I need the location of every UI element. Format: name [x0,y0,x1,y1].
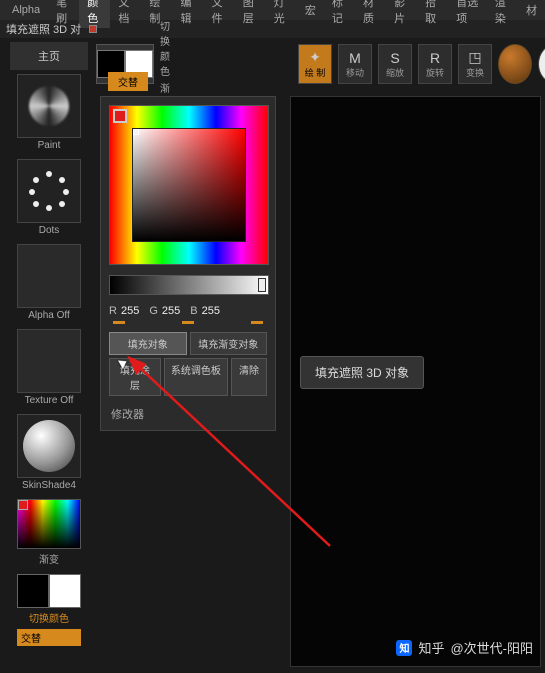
dual-swatch [17,574,81,608]
rotate-icon: R [430,50,440,66]
value-slider[interactable] [109,275,269,295]
menu-item-render[interactable]: 渲染 [487,0,518,28]
menu-item-file[interactable]: 文件 [204,0,235,28]
sv-cursor-icon [133,129,139,135]
move-mode-button[interactable]: M 移动 [338,44,372,84]
color-panel: R 255 G 255 B 255 填充对象 填充渐变对象 填充涂层 系统调色板… [100,96,276,431]
menu-item-alpha[interactable]: Alpha [4,2,48,18]
dual-swatch-black [17,574,49,608]
fill-actions: 填充对象 填充渐变对象 填充涂层 系统调色板 清除 [109,332,267,396]
material-slot[interactable]: SkinShade4 [10,414,88,495]
move-label: 移动 [346,66,364,79]
gradient-slot[interactable]: 渐变 [10,499,88,570]
fill-object-button[interactable]: 填充对象 [109,332,187,355]
b-field[interactable]: B 255 [190,305,220,317]
left-tray: 主页 Paint Dots Alpha Off Texture Off Skin… [10,42,88,646]
menu-item-light[interactable]: 灯光 [266,0,297,28]
menu-item-material[interactable]: 材质 [355,0,386,28]
texture-label: Texture Off [10,395,88,410]
swap-label[interactable]: 交替 [17,629,81,646]
toolbar: 切换颜色 渐变 ✦ 绘 制 M 移动 S 缩放 R 旋转 ◳ 变换 Mrgb R… [92,38,545,90]
stroke-dots-slot[interactable]: Dots [10,159,88,240]
menu-item-doc[interactable]: 文档 [110,0,141,28]
brush-paint-slot[interactable]: Paint [10,74,88,155]
clear-button[interactable]: 清除 [231,358,267,396]
menu-item-edit[interactable]: 编辑 [173,0,204,28]
r-field[interactable]: R 255 [109,305,139,317]
rgb-underlines [109,321,267,332]
stroke-dots-label: Dots [10,225,88,240]
current-color-chip[interactable] [113,109,127,123]
alpha-label: Alpha Off [10,310,88,325]
alpha-slot[interactable]: Alpha Off [10,244,88,325]
sv-box[interactable] [132,128,246,242]
scale-label: 缩放 [386,66,404,79]
switch-color-label[interactable]: 切换颜色 [160,18,172,78]
modifier-section-label[interactable]: 修改器 [109,406,267,422]
color-flag-icon [89,25,97,33]
rotate-label: 旋转 [426,66,444,79]
rgb-fields: R 255 G 255 B 255 [109,305,267,317]
fill-gradient-object-button[interactable]: 填充渐变对象 [190,332,268,355]
menu-item-mark[interactable]: 标记 [324,0,355,28]
gradient-slot-label: 渐变 [10,551,88,570]
alpha-thumb [17,244,81,308]
texture-thumb [17,329,81,393]
zhihu-logo-icon: 知 [396,640,412,656]
draw-label: 绘 制 [305,66,326,79]
main-menu: Alpha 笔刷 颜色 文档 绘制 编辑 文件 图层 灯光 宏 标记 材质 影片… [0,0,545,20]
color-picker[interactable] [109,105,269,265]
scale-icon: S [390,50,399,66]
switch-color-slot[interactable]: 切换颜色 交替 [10,574,88,646]
menu-item-macro[interactable]: 宏 [297,0,324,20]
rotate-mode-button[interactable]: R 旋转 [418,44,452,84]
spiral-icon [29,86,69,126]
move-icon: M [349,50,361,66]
swatch-tabs: 交替 [108,72,148,91]
gradient-thumb [17,499,81,549]
dots-ring-icon [29,171,69,211]
fill-layer-button[interactable]: 填充涂层 [109,358,161,396]
texture-slot[interactable]: Texture Off [10,329,88,410]
tooltip: 填充遮照 3D 对象 [300,356,424,389]
dual-swatch-white [49,574,81,608]
material-thumb [17,414,81,478]
g-value: 255 [162,305,180,317]
xform-label: 变换 [466,66,484,79]
sub-header-label: 填充遮照 3D 对 [0,19,87,39]
watermark-prefix: 知乎 [418,638,444,657]
draw-mode-button[interactable]: ✦ 绘 制 [298,44,332,84]
tab-alternate[interactable]: 交替 [108,72,148,91]
menu-item-more[interactable]: 材 [518,0,545,20]
menu-item-pick[interactable]: 拾取 [417,0,448,28]
watermark-author: @次世代-阳阳 [450,638,533,657]
yin-yang-button[interactable] [538,44,545,84]
stroke-dots-thumb [17,159,81,223]
draw-icon: ✦ [309,49,321,66]
mode-buttons: ✦ 绘 制 M 移动 S 缩放 R 旋转 ◳ 变换 Mrgb Rgb [298,44,545,84]
brush-paint-thumb [17,74,81,138]
scale-mode-button[interactable]: S 缩放 [378,44,412,84]
system-palette-button[interactable]: 系统调色板 [164,358,228,396]
r-value: 255 [121,305,139,317]
b-label: B [190,305,197,317]
sphere-tool-button[interactable] [498,44,532,84]
home-button[interactable]: 主页 [10,42,88,70]
b-value: 255 [202,305,220,317]
sphere-icon [23,420,75,472]
g-field[interactable]: G 255 [149,305,180,317]
brush-paint-label: Paint [10,140,88,155]
switch-color-slot-label: 切换颜色 [10,610,88,629]
xform-icon: ◳ [468,49,481,66]
material-label: SkinShade4 [10,480,88,495]
g-label: G [149,305,158,317]
menu-item-movie[interactable]: 影片 [386,0,417,28]
xform-mode-button[interactable]: ◳ 变换 [458,44,492,84]
r-label: R [109,305,117,317]
menu-item-prefs[interactable]: 首选项 [448,0,487,28]
menu-item-layer[interactable]: 图层 [235,0,266,28]
watermark: 知 知乎 @次世代-阳阳 [396,638,533,657]
